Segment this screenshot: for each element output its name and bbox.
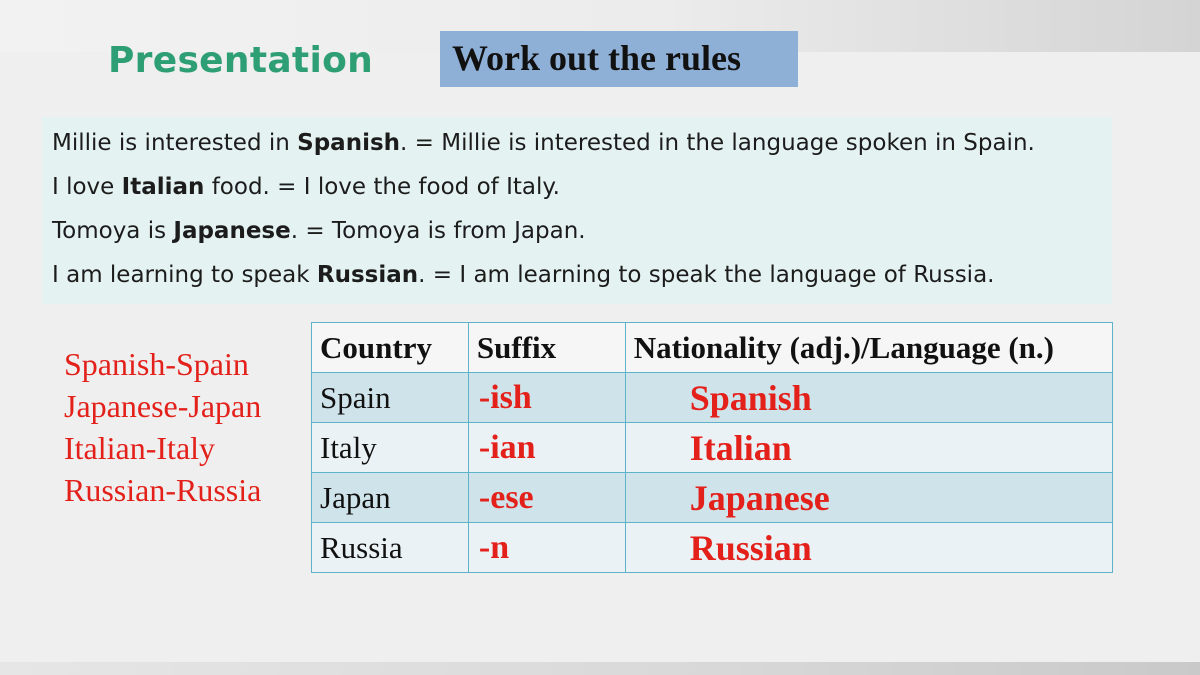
example-text: I love xyxy=(52,174,122,200)
table-row: Japan -ese Japanese xyxy=(311,472,1114,523)
suffix-cell: -n xyxy=(467,522,626,573)
header-suffix: Suffix xyxy=(467,322,626,373)
header-country: Country xyxy=(311,322,469,373)
nationality-cell: Italian xyxy=(624,422,1114,473)
table-row: Italy -ian Italian xyxy=(311,422,1114,473)
nationality-cell: Spanish xyxy=(624,372,1114,423)
example-keyword: Italian xyxy=(121,174,205,200)
example-sentence: I am learning to speak Russian. = I am l… xyxy=(52,257,1112,301)
rules-heading-box: Work out the rules xyxy=(440,31,798,87)
country-cell: Spain xyxy=(311,372,469,423)
pair-item: Russian-Russia xyxy=(64,472,262,508)
suffix-cell: -ian xyxy=(467,422,626,473)
example-keyword: Japanese xyxy=(173,218,291,244)
nationality-country-pairs: Spanish-Spain Japanese-Japan Italian-Ita… xyxy=(64,343,261,511)
pair-item: Japanese-Japan xyxy=(64,388,262,424)
suffix-cell: -ese xyxy=(467,472,626,523)
nationality-cell: Japanese xyxy=(624,472,1114,523)
table-header-row: Country Suffix Nationality (adj.)/Langua… xyxy=(311,322,1114,373)
example-text: food. = I love the food of Italy. xyxy=(204,174,560,200)
example-text: . = Tomoya is from Japan. xyxy=(290,218,586,244)
bottom-decorative-band xyxy=(0,662,1200,675)
pair-item: Spanish-Spain xyxy=(64,346,249,382)
country-cell: Russia xyxy=(311,522,469,573)
header-nationality-language: Nationality (adj.)/Language (n.) xyxy=(624,322,1114,373)
country-cell: Italy xyxy=(311,422,469,473)
example-keyword: Spanish xyxy=(297,130,401,156)
slide-title: Presentation xyxy=(108,40,374,81)
example-text: Millie is interested in xyxy=(52,130,298,156)
example-sentence: Millie is interested in Spanish. = Milli… xyxy=(52,125,1112,169)
example-text: Tomoya is xyxy=(52,218,174,244)
country-cell: Japan xyxy=(311,472,469,523)
example-sentence: Tomoya is Japanese. = Tomoya is from Jap… xyxy=(52,213,1112,257)
table-row: Spain -ish Spanish xyxy=(311,372,1114,423)
table-row: Russia -n Russian xyxy=(311,522,1114,573)
example-text: I am learning to speak xyxy=(52,262,317,288)
pair-item: Italian-Italy xyxy=(64,430,216,466)
suffix-table: Country Suffix Nationality (adj.)/Langua… xyxy=(311,322,1114,573)
example-sentence: I love Italian food. = I love the food o… xyxy=(52,169,1112,213)
suffix-cell: -ish xyxy=(467,372,626,423)
example-text: . = I am learning to speak the language … xyxy=(418,262,995,288)
example-sentences-panel: Millie is interested in Spanish. = Milli… xyxy=(42,117,1112,304)
example-text: . = Millie is interested in the language… xyxy=(400,130,1035,156)
nationality-cell: Russian xyxy=(624,522,1114,573)
example-keyword: Russian xyxy=(316,262,419,288)
